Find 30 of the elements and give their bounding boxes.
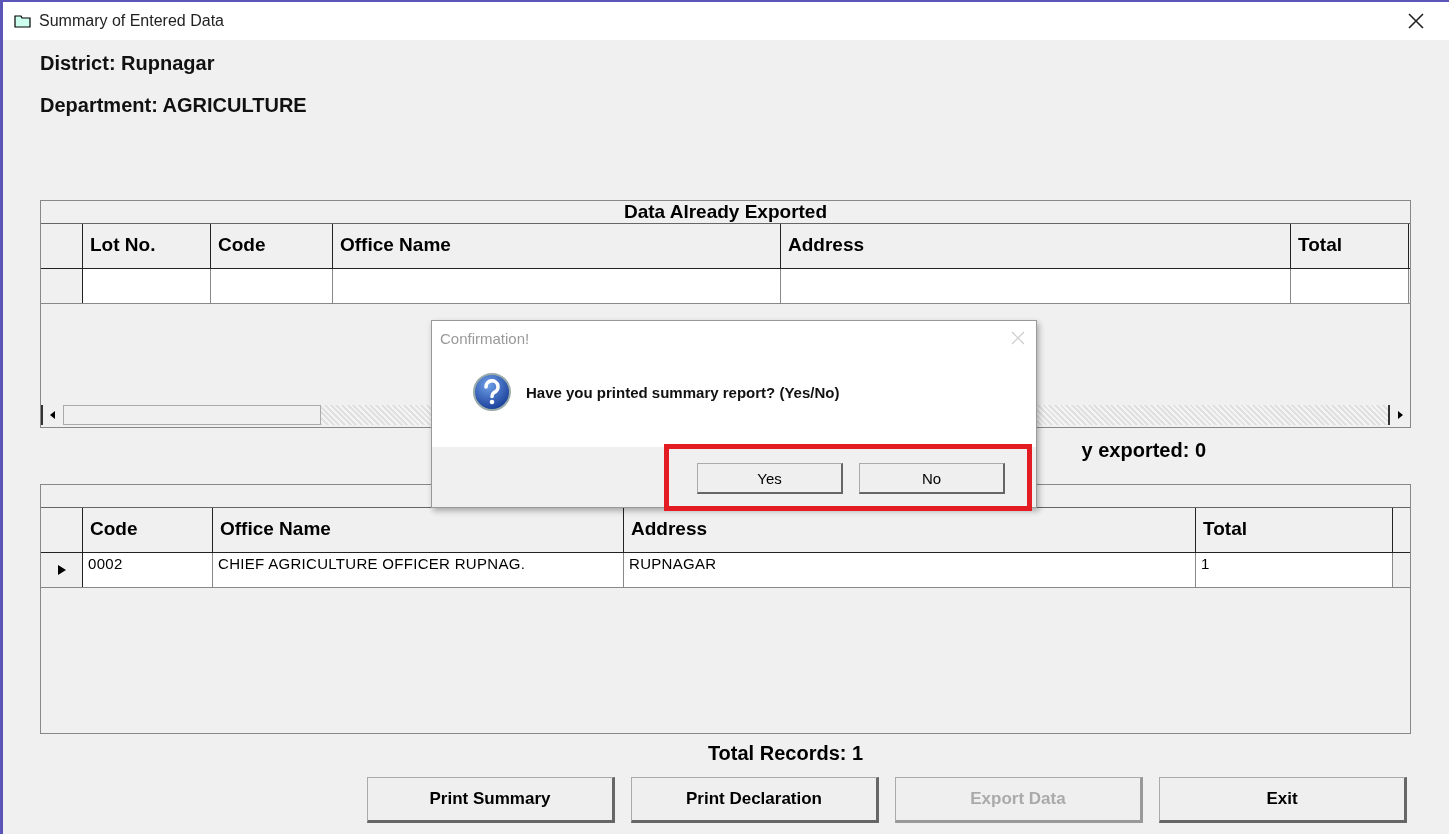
total-records-label: Total Records: 1 — [706, 742, 865, 765]
department-label: Department: AGRICULTURE — [40, 93, 308, 118]
action-button[interactable]: Exit — [1159, 777, 1407, 823]
column-header[interactable]: Code — [83, 508, 213, 552]
current-row-icon — [56, 564, 67, 576]
table-cell: RUPNAGAR — [624, 553, 1196, 587]
column-header[interactable]: Lot No. — [83, 224, 211, 268]
dialog-button[interactable]: No — [859, 463, 1005, 494]
grid-caption: Data Already Exported — [41, 201, 1410, 224]
table-cell: 1 — [1196, 553, 1393, 587]
dialog-message: Have you printed summary report? (Yes/No) — [526, 383, 840, 401]
column-header[interactable]: Office Name — [333, 224, 781, 268]
dialog-button[interactable]: Yes — [697, 463, 843, 494]
right-arrow-icon[interactable] — [1396, 410, 1404, 420]
window-icon — [13, 13, 33, 29]
window-title: Summary of Entered Data — [39, 12, 224, 30]
column-header[interactable]: Total — [1196, 508, 1393, 552]
left-arrow-icon[interactable] — [49, 410, 57, 420]
exported-count-label: y exported: 0 — [1081, 438, 1206, 462]
action-button[interactable]: Print Summary — [367, 777, 615, 823]
question-icon — [472, 372, 512, 412]
table-cell: CHIEF AGRICULTURE OFFICER RUPNAG. — [213, 553, 624, 587]
close-icon[interactable] — [1407, 12, 1425, 30]
column-header[interactable]: Total — [1291, 224, 1409, 268]
column-header[interactable]: Code — [211, 224, 333, 268]
district-label: District: Rupnagar — [40, 51, 216, 76]
table-cell: 0002 — [83, 553, 213, 587]
column-header[interactable]: Address — [781, 224, 1291, 268]
action-button[interactable]: Print Declaration — [631, 777, 879, 823]
dialog-title: Confirmation! — [440, 329, 530, 347]
